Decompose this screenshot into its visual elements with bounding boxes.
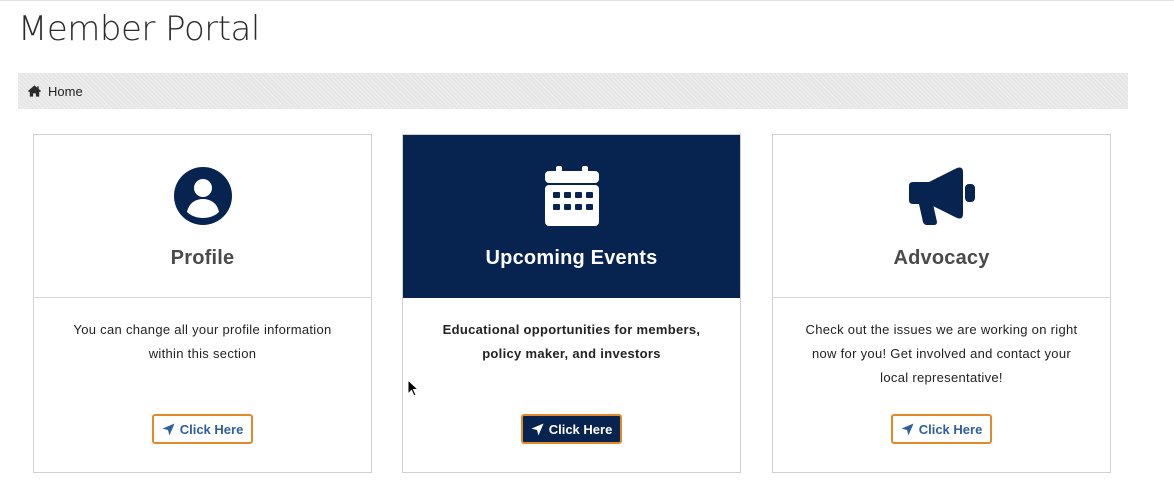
user-circle-icon bbox=[173, 165, 233, 227]
upcoming-events-card: Upcoming Events Educational opportunitie… bbox=[402, 134, 741, 473]
advocacy-card-description: Check out the issues we are working on r… bbox=[805, 322, 1078, 385]
profile-card-title: Profile bbox=[170, 247, 235, 269]
location-arrow-icon bbox=[531, 422, 544, 436]
advocacy-click-here-button[interactable]: Click Here bbox=[890, 414, 993, 444]
advocacy-card-title: Advocacy bbox=[893, 247, 990, 269]
home-icon[interactable] bbox=[27, 84, 42, 98]
profile-button-label: Click Here bbox=[179, 421, 244, 437]
upcoming-events-card-description: Educational opportunities for members, p… bbox=[442, 322, 701, 361]
megaphone-icon bbox=[907, 165, 977, 227]
advocacy-card-header: Advocacy bbox=[773, 135, 1110, 298]
breadcrumb: Home bbox=[18, 73, 1128, 109]
breadcrumb-home-link[interactable]: Home bbox=[48, 84, 83, 99]
location-arrow-icon bbox=[901, 422, 914, 436]
profile-card-description: You can change all your profile informat… bbox=[73, 322, 332, 361]
mouse-cursor-icon bbox=[407, 378, 420, 397]
profile-card-header: Profile bbox=[34, 135, 371, 298]
upcoming-events-card-title: Upcoming Events bbox=[485, 247, 658, 269]
upcoming-events-click-here-button[interactable]: Click Here bbox=[520, 414, 623, 444]
calendar-icon bbox=[544, 165, 599, 227]
profile-click-here-button[interactable]: Click Here bbox=[151, 414, 254, 444]
page-title: Member Portal bbox=[18, 9, 260, 49]
upcoming-events-button-label: Click Here bbox=[548, 421, 613, 437]
advocacy-card: Advocacy Check out the issues we are wor… bbox=[772, 134, 1111, 473]
location-arrow-icon bbox=[162, 422, 175, 436]
upcoming-events-card-header: Upcoming Events bbox=[403, 135, 740, 298]
advocacy-button-label: Click Here bbox=[918, 421, 983, 437]
profile-card: Profile You can change all your profile … bbox=[33, 134, 372, 473]
